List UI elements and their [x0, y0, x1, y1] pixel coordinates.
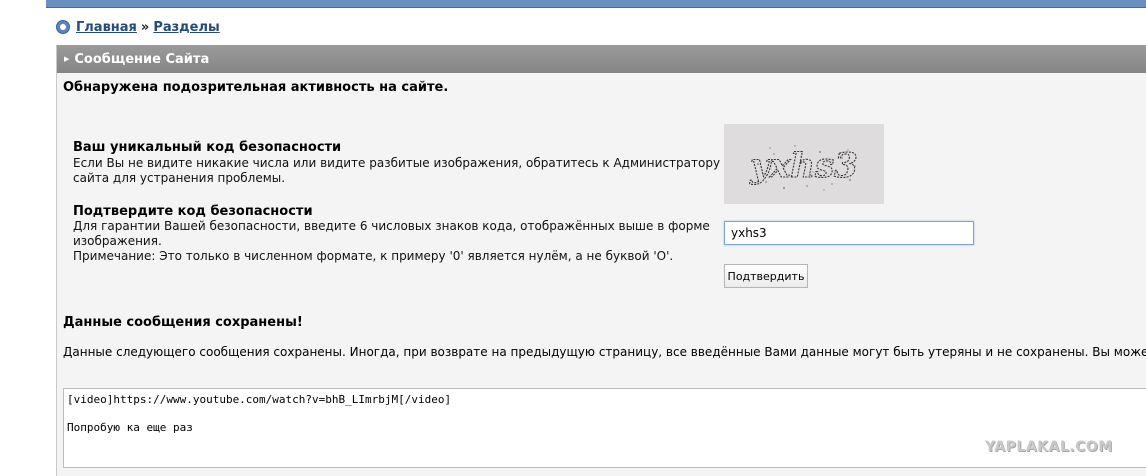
captcha-text: yxhs3	[749, 146, 858, 186]
breadcrumb-sections-link[interactable]: Разделы	[153, 20, 219, 35]
top-bar	[46, 0, 1146, 8]
security-code-input[interactable]	[724, 221, 974, 245]
breadcrumb-home-link[interactable]: Главная	[76, 20, 137, 35]
breadcrumb: Главная » Разделы	[56, 17, 220, 37]
breadcrumb-separator: »	[140, 19, 150, 35]
security-code-text-2: сайта для устранения проблемы.	[73, 171, 286, 185]
security-code-text-1: Если Вы не видите никакие числа или види…	[73, 156, 721, 170]
confirm-code-title: Подтвердите код безопасности	[73, 204, 313, 219]
confirm-code-note: Примечание: Это только в численном форма…	[73, 249, 674, 263]
nav-circle-icon	[56, 20, 70, 34]
site-message-panel: ▶ Сообщение Сайта Обнаружена подозритель…	[56, 45, 1146, 476]
site-watermark: YAPLAKAL.COM	[985, 439, 1113, 455]
security-code-title: Ваш уникальный код безопасности	[73, 140, 342, 155]
triangle-right-icon: ▶	[64, 55, 70, 63]
panel-header: ▶ Сообщение Сайта	[57, 45, 1146, 73]
saved-data-description: Данные следующего сообщения сохранены. И…	[63, 345, 1146, 359]
panel-title: Сообщение Сайта	[74, 51, 210, 67]
captcha-image: yxhs3	[724, 124, 884, 204]
saved-message-textarea[interactable]: [video]https://www.youtube.com/watch?v=b…	[63, 388, 1146, 468]
saved-data-title: Данные сообщения сохранены!	[63, 315, 303, 330]
confirm-button[interactable]: Подтвердить	[724, 264, 808, 288]
confirm-code-text-1: Для гарантии Вашей безопасности, введите…	[73, 219, 710, 233]
suspicious-activity-alert: Обнаружена подозрительная активность на …	[63, 80, 449, 95]
confirm-code-text-2: изображения.	[73, 234, 162, 248]
